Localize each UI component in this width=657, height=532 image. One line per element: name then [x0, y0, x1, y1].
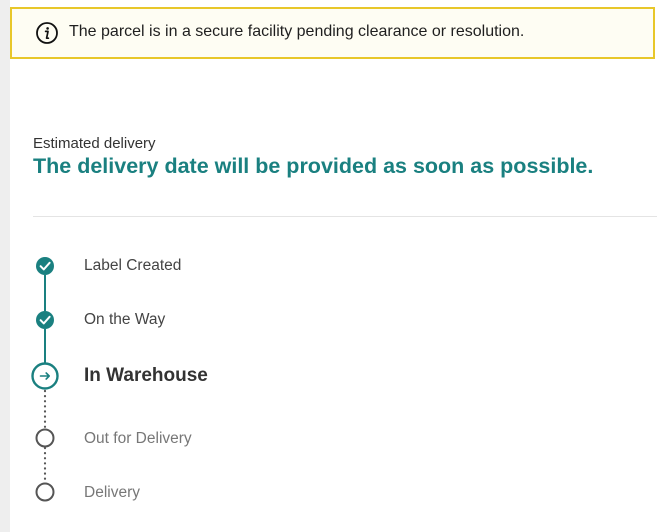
- info-icon: [35, 21, 59, 45]
- status-alert: The parcel is in a secure facility pendi…: [10, 7, 655, 59]
- timeline-step-on-the-way: On the Way: [84, 311, 166, 328]
- timeline-step-out-for-delivery: Out for Delivery: [84, 430, 192, 447]
- divider: [33, 216, 657, 217]
- timeline-step-delivery: Delivery: [84, 484, 140, 501]
- estimated-delivery-label: Estimated delivery: [33, 135, 156, 152]
- estimated-delivery-value: The delivery date will be provided as so…: [33, 154, 594, 178]
- alert-message: The parcel is in a secure facility pendi…: [69, 23, 525, 40]
- timeline-step-label-created: Label Created: [84, 257, 182, 274]
- timeline-step-in-warehouse: In Warehouse: [84, 365, 208, 386]
- tracking-page: The parcel is in a secure facility pendi…: [0, 0, 657, 532]
